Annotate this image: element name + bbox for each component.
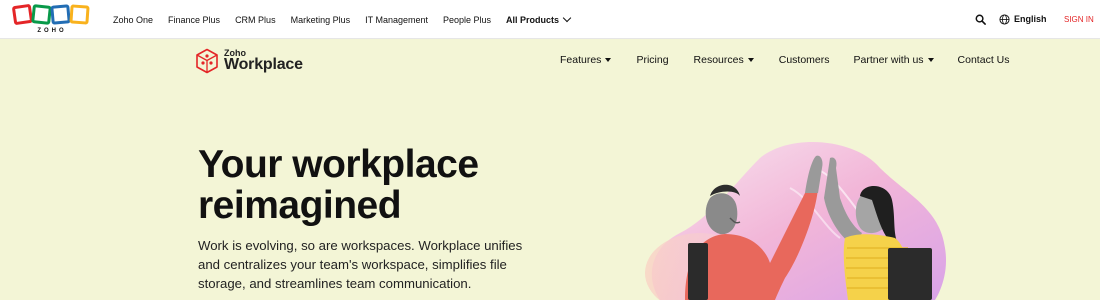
sign-in-link[interactable]: SIGN IN: [1064, 15, 1094, 24]
nav-features[interactable]: Features: [560, 54, 612, 66]
caret-down-icon: [605, 58, 612, 62]
nav-features-label: Features: [560, 54, 602, 66]
zoho-logo-yellow-square: [69, 4, 90, 25]
hero-title-line-1: Your workplace: [198, 143, 479, 186]
zoho-logo-green-square: [31, 4, 52, 25]
all-products-menu[interactable]: All Products: [506, 13, 572, 25]
caret-down-icon: [927, 58, 934, 62]
chevron-down-icon: [562, 13, 572, 22]
globe-icon: [999, 14, 1010, 25]
topnav-finance-plus[interactable]: Finance Plus: [168, 15, 220, 25]
zoho-logo[interactable]: ZOHO: [11, 3, 92, 37]
zoho-logo-blue-square: [50, 4, 71, 25]
hero-title-line-2: reimagined: [198, 184, 402, 227]
hero-title: Your workplace reimagined: [198, 144, 618, 226]
topnav-crm-plus[interactable]: CRM Plus: [235, 15, 276, 25]
nav-customers[interactable]: Customers: [779, 54, 830, 66]
hero-high-five-illustration: [645, 141, 947, 300]
nav-partner-label: Partner with us: [853, 54, 924, 66]
nav-partner[interactable]: Partner with us: [854, 54, 934, 66]
zoho-global-bar: ZOHO Zoho One Finance Plus CRM Plus Mark…: [0, 0, 1100, 39]
topnav-marketing-plus[interactable]: Marketing Plus: [291, 15, 351, 25]
nav-resources-label: Resources: [693, 54, 744, 66]
nav-pricing[interactable]: Pricing: [636, 54, 668, 66]
all-products-label: All Products: [506, 14, 560, 25]
nav-resources[interactable]: Resources: [694, 54, 754, 66]
zoho-suite-nav: Zoho One Finance Plus CRM Plus Marketing…: [113, 0, 585, 39]
topnav-zoho-one[interactable]: Zoho One: [113, 15, 153, 25]
product-nav: Features Pricing Resources Customers Par…: [560, 54, 1009, 66]
hero-description: Work is evolving, so are workspaces. Wor…: [198, 238, 523, 291]
language-selector[interactable]: English: [1014, 14, 1047, 24]
caret-down-icon: [747, 58, 754, 62]
workplace-cube-icon: [196, 48, 218, 74]
workplace-logo[interactable]: Zoho Workplace: [195, 47, 303, 75]
zoho-logo-caption: ZOHO: [37, 28, 67, 34]
topnav-it-management[interactable]: IT Management: [365, 15, 428, 25]
topnav-people-plus[interactable]: People Plus: [443, 15, 491, 25]
search-icon[interactable]: [975, 14, 986, 25]
zoho-logo-red-square: [11, 3, 34, 26]
brand-workplace-label: Workplace: [224, 56, 303, 73]
nav-contact-us[interactable]: Contact Us: [958, 54, 1010, 66]
